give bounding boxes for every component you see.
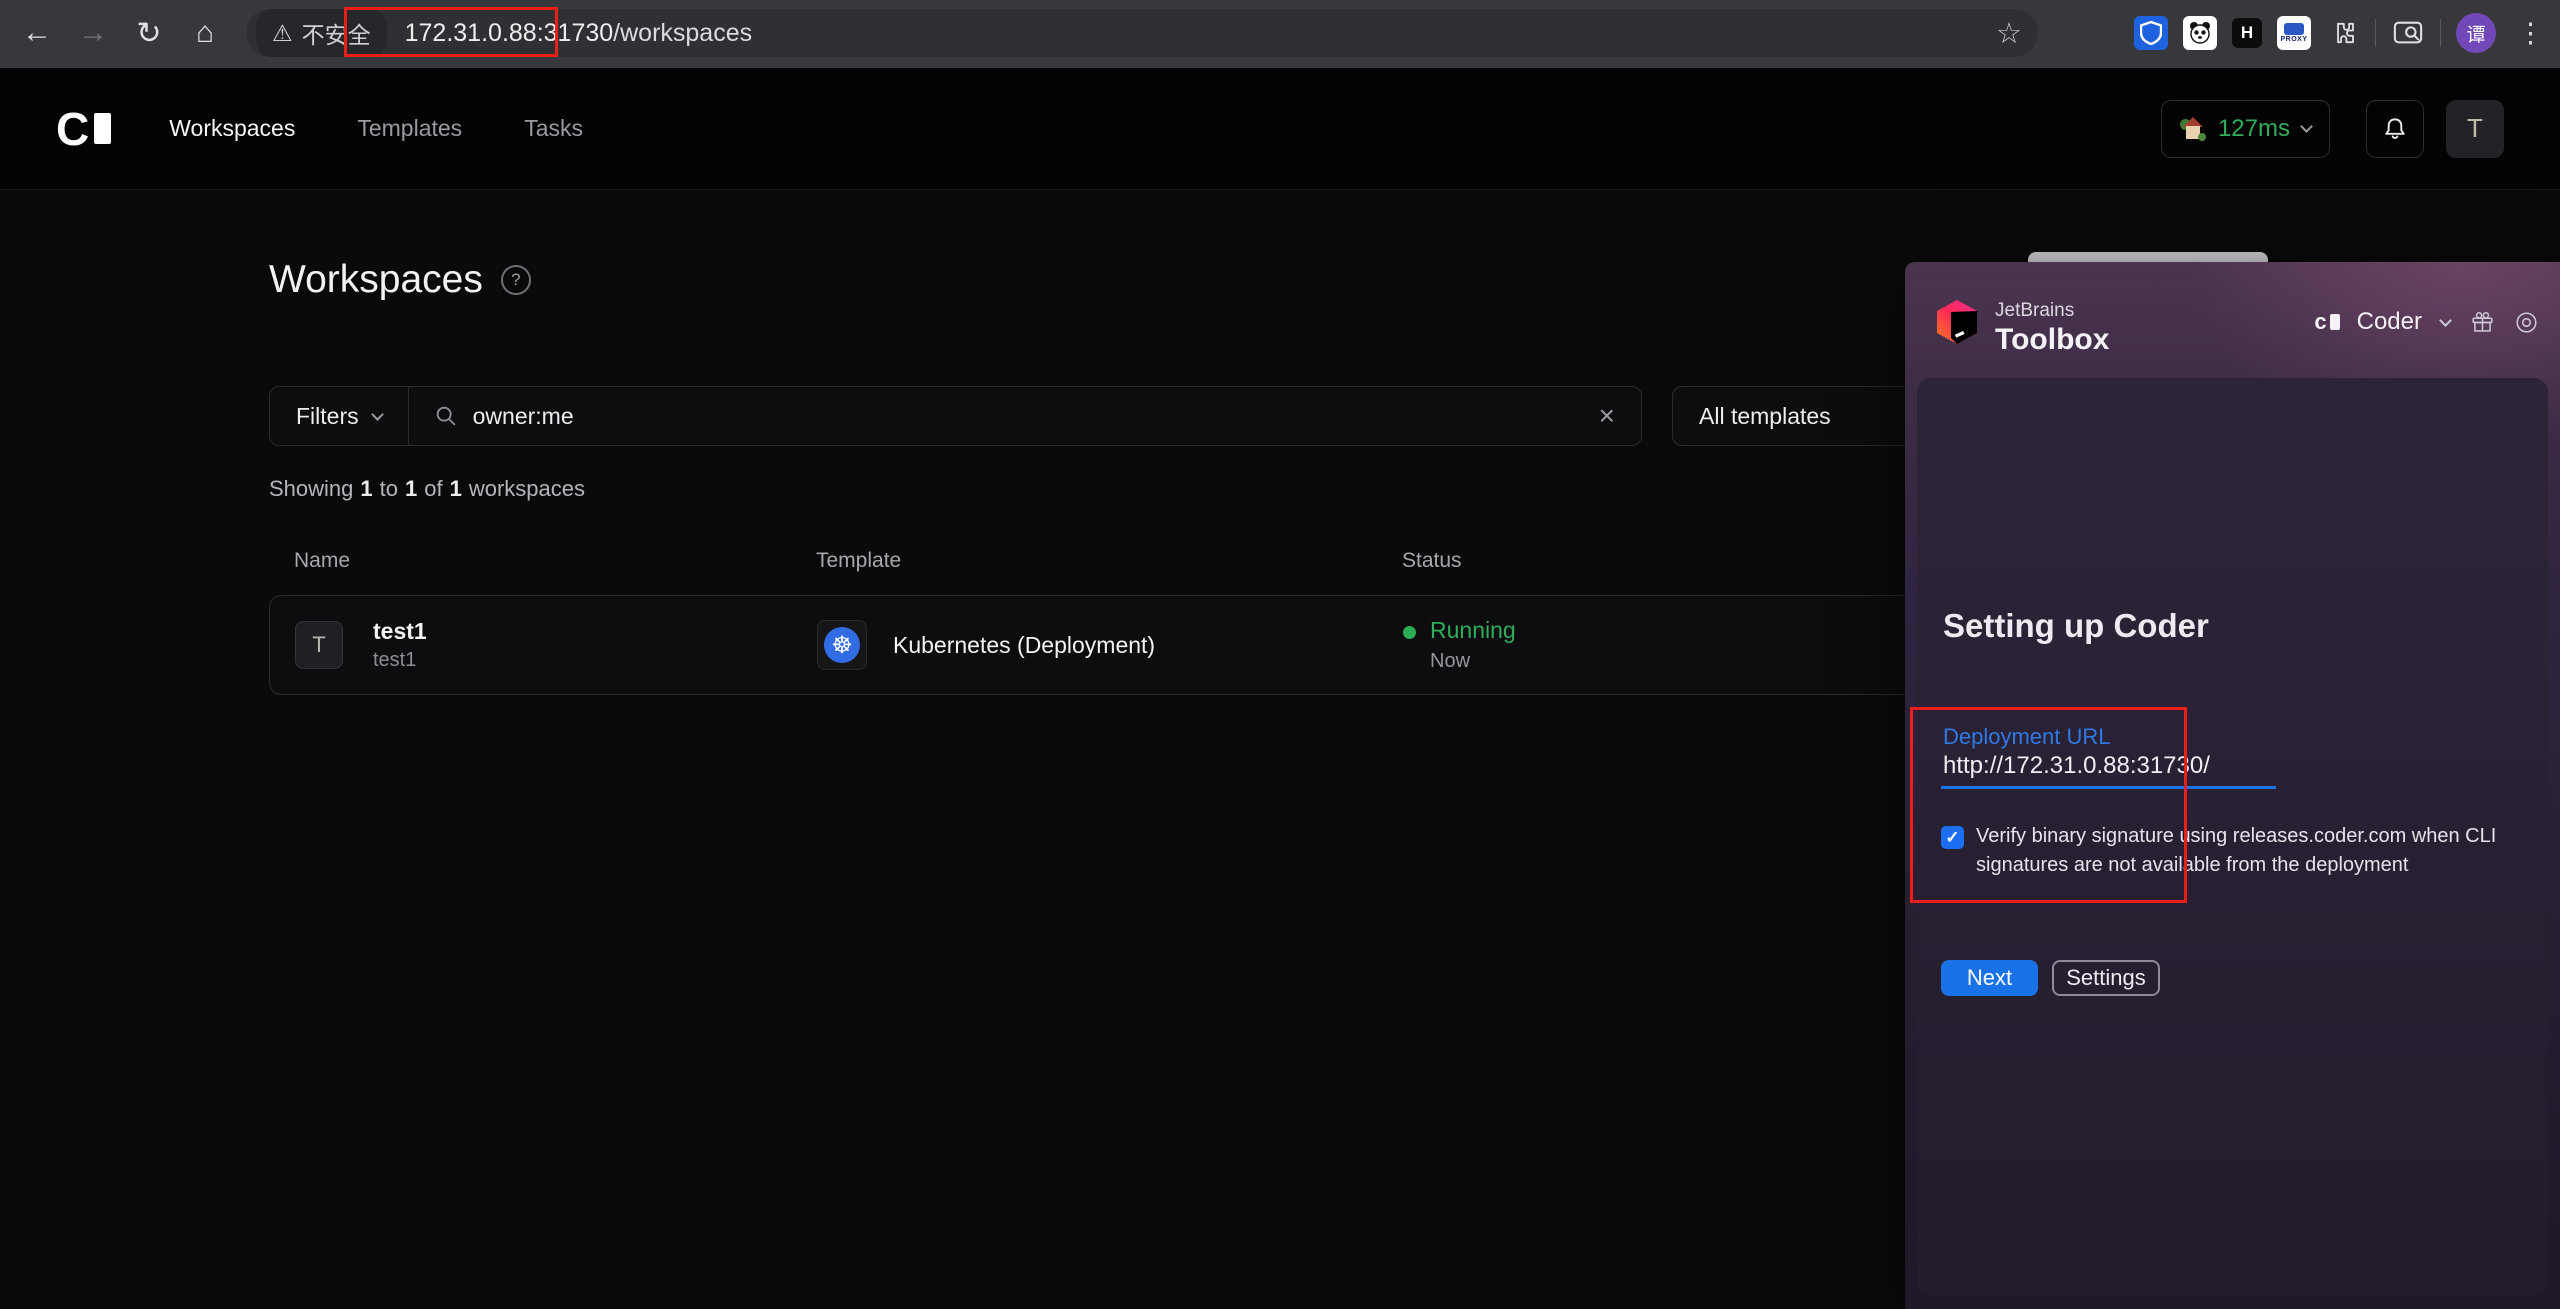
reload-icon[interactable]: ↻ — [126, 10, 172, 56]
filters-label: Filters — [296, 403, 359, 430]
workspace-name: test1 — [373, 618, 427, 645]
help-icon[interactable]: ? — [501, 265, 531, 295]
notifications-button[interactable] — [2366, 100, 2424, 158]
status-dot — [1403, 626, 1416, 639]
jetbrains-toolbox-wordmark: JetBrains Toolbox — [1995, 300, 2109, 357]
coder-logo[interactable]: C — [56, 106, 111, 152]
browser-extension-row: H PROXY 谭 ⋮ — [2134, 9, 2550, 57]
settings-button[interactable]: Settings — [2052, 960, 2160, 996]
settings-badge-icon[interactable] — [2513, 309, 2540, 336]
filters-button[interactable]: Filters — [270, 387, 409, 445]
warning-icon: ⚠ — [272, 20, 293, 47]
main-nav: Workspaces Templates Tasks — [169, 115, 583, 142]
coder-app-header: C Workspaces Templates Tasks 127ms — [0, 68, 2560, 190]
search-input[interactable] — [473, 403, 1549, 430]
page-title-row: Workspaces ? — [269, 258, 531, 302]
coder-logo-letter: C — [56, 106, 89, 152]
bitwarden-extension-icon[interactable] — [2134, 16, 2168, 50]
clear-search-icon[interactable]: × — [1573, 400, 1641, 432]
latency-value: 127ms — [2218, 115, 2290, 143]
nav-templates[interactable]: Templates — [357, 115, 462, 142]
gift-icon[interactable] — [2469, 309, 2496, 336]
proxy-extension-icon[interactable]: PROXY — [2277, 16, 2311, 50]
workspace-name-cell: T test1 test1 — [295, 618, 817, 672]
proxy-label: PROXY — [2280, 36, 2307, 43]
column-name: Name — [294, 549, 816, 573]
url-path: /workspaces — [613, 19, 752, 48]
screen: ← → ↻ ⌂ ⚠ 不安全 172.31.0.88:31730 /workspa… — [0, 0, 2560, 1309]
jetbrains-label: JetBrains — [1995, 300, 2109, 322]
bookmark-star-icon[interactable]: ☆ — [1996, 16, 2022, 51]
toolbar-separator — [2440, 19, 2441, 47]
kubernetes-icon: ☸ — [824, 627, 860, 663]
extensions-puzzle-icon[interactable] — [2326, 16, 2360, 50]
template-name: Kubernetes (Deployment) — [893, 632, 1155, 659]
setup-heading: Setting up Coder — [1943, 607, 2209, 645]
nav-tasks[interactable]: Tasks — [524, 115, 583, 142]
toolbox-label: Toolbox — [1995, 323, 2109, 357]
jetbrains-toolbox-logo-icon — [1933, 298, 1981, 346]
deployment-annotation-box — [1910, 707, 2187, 903]
browser-menu-icon[interactable]: ⋮ — [2511, 18, 2550, 49]
nav-workspaces[interactable]: Workspaces — [169, 115, 295, 142]
forward-icon[interactable]: → — [70, 10, 116, 56]
toolbox-header-actions: c Coder — [2314, 308, 2540, 336]
coder-logo-block — [94, 113, 111, 144]
url-annotation-box — [344, 7, 558, 57]
toolbox-app-selector[interactable]: Coder — [2357, 308, 2422, 336]
bell-icon — [2381, 115, 2409, 143]
next-button[interactable]: Next — [1941, 960, 2038, 996]
latency-button[interactable]: 127ms — [2161, 100, 2330, 158]
status-badge: Running — [1430, 617, 1516, 644]
workspace-avatar: T — [295, 621, 343, 669]
workspace-owner: test1 — [373, 649, 427, 672]
workspace-template-cell: ☸ Kubernetes (Deployment) — [817, 620, 1403, 670]
back-icon[interactable]: ← — [14, 10, 60, 56]
h-extension-icon[interactable]: H — [2232, 18, 2262, 48]
toolbar-separator — [2375, 19, 2376, 47]
status-time: Now — [1430, 650, 1516, 673]
browser-profile-avatar[interactable]: 谭 — [2456, 13, 2496, 53]
search-icon — [433, 403, 459, 429]
coder-mini-logo-icon: c — [2314, 311, 2339, 333]
template-icon-tile: ☸ — [817, 620, 867, 670]
user-avatar[interactable]: T — [2446, 100, 2504, 158]
home-region-icon — [2180, 117, 2206, 141]
chevron-down-icon — [371, 408, 384, 421]
chevron-down-icon — [2300, 120, 2313, 133]
page-title: Workspaces — [269, 258, 483, 302]
search-box — [409, 387, 1573, 445]
side-search-icon[interactable] — [2391, 16, 2425, 50]
proxy-mask-glyph — [2284, 23, 2304, 35]
results-summary: Showing1 to1 of1 workspaces — [269, 476, 585, 502]
filter-bar: Filters × — [269, 386, 1642, 446]
header-right-cluster: 127ms T — [2161, 100, 2504, 158]
chevron-down-icon[interactable] — [2439, 314, 2452, 327]
panda-extension-icon[interactable] — [2183, 16, 2217, 50]
home-icon[interactable]: ⌂ — [182, 10, 228, 56]
column-template: Template — [816, 549, 1402, 573]
